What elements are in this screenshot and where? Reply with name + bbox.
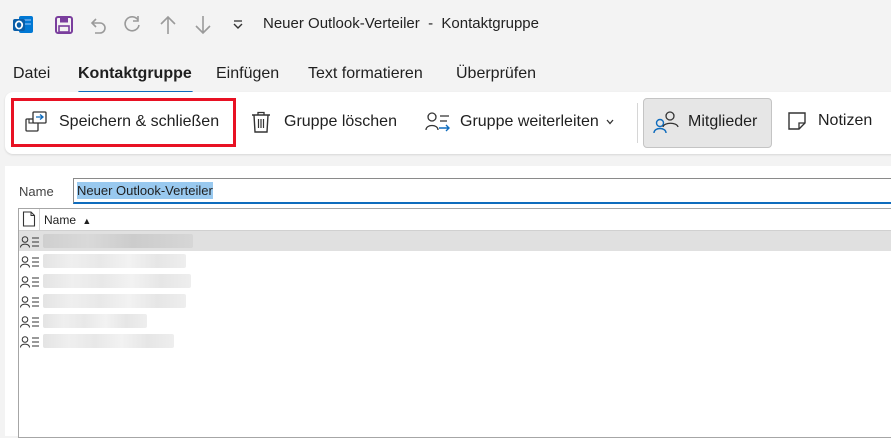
column-header-name[interactable]: Name ▲ bbox=[44, 213, 91, 227]
outlook-icon bbox=[11, 12, 35, 38]
members-icon bbox=[652, 110, 680, 134]
column-header-name-label: Name bbox=[44, 213, 77, 227]
save-close-label: Speichern & schließen bbox=[59, 113, 220, 130]
save-icon[interactable] bbox=[52, 12, 76, 38]
list-item[interactable] bbox=[19, 271, 891, 291]
sort-ascending-icon: ▲ bbox=[82, 216, 92, 226]
forward-group-label: Gruppe weiterleiten bbox=[460, 113, 599, 130]
forward-group-icon bbox=[425, 110, 451, 134]
contact-name-redacted bbox=[43, 314, 147, 328]
tab-text-formatieren[interactable]: Text formatieren bbox=[308, 65, 423, 83]
delete-group-label: Gruppe löschen bbox=[284, 113, 397, 130]
delete-group-button[interactable]: Gruppe löschen bbox=[250, 110, 397, 134]
list-item[interactable] bbox=[19, 291, 891, 311]
contact-name-redacted bbox=[43, 254, 186, 268]
list-item[interactable] bbox=[19, 311, 891, 331]
members-button-content[interactable]: Mitglieder bbox=[652, 110, 757, 134]
save-close-button[interactable]: Speichern & schließen bbox=[24, 110, 219, 134]
contact-name-redacted bbox=[43, 234, 193, 248]
name-input-value: Neuer Outlook-Verteiler bbox=[77, 182, 213, 199]
name-input[interactable]: Neuer Outlook-Verteiler bbox=[73, 178, 891, 204]
document-icon bbox=[22, 211, 36, 232]
notes-button[interactable]: Notizen bbox=[786, 110, 872, 132]
chevron-down-icon bbox=[605, 117, 615, 127]
notes-label: Notizen bbox=[818, 112, 873, 129]
trash-icon bbox=[250, 110, 272, 134]
tab-einfuegen[interactable]: Einfügen bbox=[216, 65, 279, 83]
arrow-down-icon[interactable] bbox=[191, 12, 215, 38]
redo-icon[interactable] bbox=[120, 12, 144, 38]
customize-dropdown-icon[interactable] bbox=[228, 12, 248, 38]
ribbon-divider bbox=[637, 103, 638, 143]
contact-name-redacted bbox=[43, 294, 186, 308]
name-label: Name bbox=[19, 184, 54, 199]
tab-kontaktgruppe[interactable]: Kontaktgruppe bbox=[78, 65, 192, 83]
members-list[interactable]: Name ▲ bbox=[18, 208, 891, 438]
arrow-up-icon[interactable] bbox=[156, 12, 180, 38]
save-close-icon bbox=[24, 110, 48, 134]
list-header: Name ▲ bbox=[19, 209, 891, 231]
tab-ueberpruefen[interactable]: Überprüfen bbox=[456, 65, 536, 83]
contact-icon bbox=[20, 335, 40, 353]
ribbon-tabs: Datei Kontaktgruppe Einfügen Text format… bbox=[0, 60, 891, 94]
header-separator bbox=[39, 209, 40, 230]
tab-datei[interactable]: Datei bbox=[13, 65, 50, 83]
undo-icon[interactable] bbox=[86, 12, 110, 38]
note-icon bbox=[786, 110, 808, 132]
list-item[interactable] bbox=[19, 231, 891, 251]
contact-name-redacted bbox=[43, 274, 191, 288]
title-bar: Neuer Outlook-Verteiler - Kontaktgruppe bbox=[0, 0, 891, 52]
list-item[interactable] bbox=[19, 331, 891, 351]
window-title: Neuer Outlook-Verteiler - Kontaktgruppe bbox=[263, 15, 539, 32]
contact-name-redacted bbox=[43, 334, 174, 348]
members-label: Mitglieder bbox=[688, 113, 758, 130]
forward-group-button[interactable]: Gruppe weiterleiten bbox=[425, 110, 615, 134]
list-item[interactable] bbox=[19, 251, 891, 271]
